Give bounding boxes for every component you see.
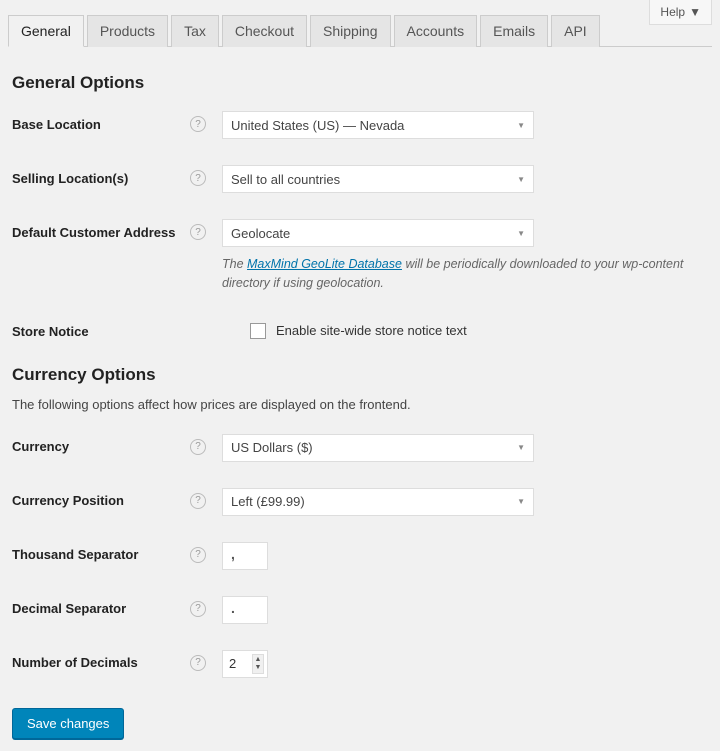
store-notice-checkbox-label: Enable site-wide store notice text [276,323,467,338]
help-icon[interactable]: ? [190,547,206,563]
currency-options-description: The following options affect how prices … [12,397,708,412]
base-location-select[interactable]: United States (US) — Nevada ▼ [222,111,534,139]
thousand-separator-input[interactable] [222,542,268,570]
chevron-down-icon: ▼ [517,121,525,130]
chevron-down-icon: ▼ [689,5,701,19]
currency-row: Currency ? US Dollars ($) ▼ [12,434,708,462]
selling-locations-row: Selling Location(s) ? Sell to all countr… [12,165,708,193]
default-customer-address-row: Default Customer Address ? Geolocate ▼ T… [12,219,708,293]
store-notice-label: Store Notice [12,324,89,339]
thousand-separator-label: Thousand Separator [12,547,138,562]
base-location-value: United States (US) — Nevada [231,118,404,133]
help-icon[interactable]: ? [190,224,206,240]
currency-position-select[interactable]: Left (£99.99) ▼ [222,488,534,516]
help-icon[interactable]: ? [190,170,206,186]
decimal-separator-input[interactable] [222,596,268,624]
tab-tax[interactable]: Tax [171,15,219,47]
number-of-decimals-input[interactable]: 2 ▲ ▼ [222,650,268,678]
selling-locations-value: Sell to all countries [231,172,340,187]
chevron-down-icon: ▼ [517,443,525,452]
decimal-separator-row: Decimal Separator ? [12,596,708,624]
default-customer-address-value: Geolocate [231,226,290,241]
store-notice-checkbox[interactable] [250,323,266,339]
help-tab[interactable]: Help ▼ [649,0,712,25]
currency-position-row: Currency Position ? Left (£99.99) ▼ [12,488,708,516]
selling-locations-select[interactable]: Sell to all countries ▼ [222,165,534,193]
maxmind-link[interactable]: MaxMind GeoLite Database [247,257,402,271]
spinner-up-icon[interactable]: ▲ [253,656,263,664]
store-notice-row: Store Notice Enable site-wide store noti… [12,319,708,339]
tab-accounts[interactable]: Accounts [394,15,478,47]
tab-api[interactable]: API [551,15,600,47]
spinner-down-icon[interactable]: ▼ [253,664,263,672]
help-icon[interactable]: ? [190,116,206,132]
help-icon[interactable]: ? [190,601,206,617]
number-of-decimals-row: Number of Decimals ? 2 ▲ ▼ [12,650,708,678]
base-location-label: Base Location [12,117,101,132]
currency-select[interactable]: US Dollars ($) ▼ [222,434,534,462]
nav-tabs: General Products Tax Checkout Shipping A… [8,0,712,47]
chevron-down-icon: ▼ [517,497,525,506]
currency-label: Currency [12,439,69,454]
default-customer-address-select[interactable]: Geolocate ▼ [222,219,534,247]
tab-checkout[interactable]: Checkout [222,15,307,47]
default-customer-address-label: Default Customer Address [12,225,176,240]
settings-content: General Options Base Location ? United S… [0,47,720,751]
help-icon[interactable]: ? [190,493,206,509]
selling-locations-label: Selling Location(s) [12,171,128,186]
currency-position-value: Left (£99.99) [231,494,305,509]
chevron-down-icon: ▼ [517,175,525,184]
decimal-separator-label: Decimal Separator [12,601,126,616]
help-icon[interactable]: ? [190,655,206,671]
currency-position-label: Currency Position [12,493,124,508]
general-options-heading: General Options [12,73,708,93]
number-of-decimals-label: Number of Decimals [12,655,138,670]
chevron-down-icon: ▼ [517,229,525,238]
help-label: Help [660,5,685,19]
help-icon[interactable]: ? [190,439,206,455]
currency-options-heading: Currency Options [12,365,708,385]
tab-products[interactable]: Products [87,15,168,47]
tab-general[interactable]: General [8,15,84,47]
tab-shipping[interactable]: Shipping [310,15,391,47]
tab-emails[interactable]: Emails [480,15,548,47]
thousand-separator-row: Thousand Separator ? [12,542,708,570]
save-changes-button[interactable]: Save changes [12,708,124,739]
base-location-row: Base Location ? United States (US) — Nev… [12,111,708,139]
number-spinner[interactable]: ▲ ▼ [252,654,264,674]
geolocate-description: The MaxMind GeoLite Database will be per… [222,255,708,293]
currency-value: US Dollars ($) [231,440,313,455]
number-of-decimals-value: 2 [229,656,236,671]
